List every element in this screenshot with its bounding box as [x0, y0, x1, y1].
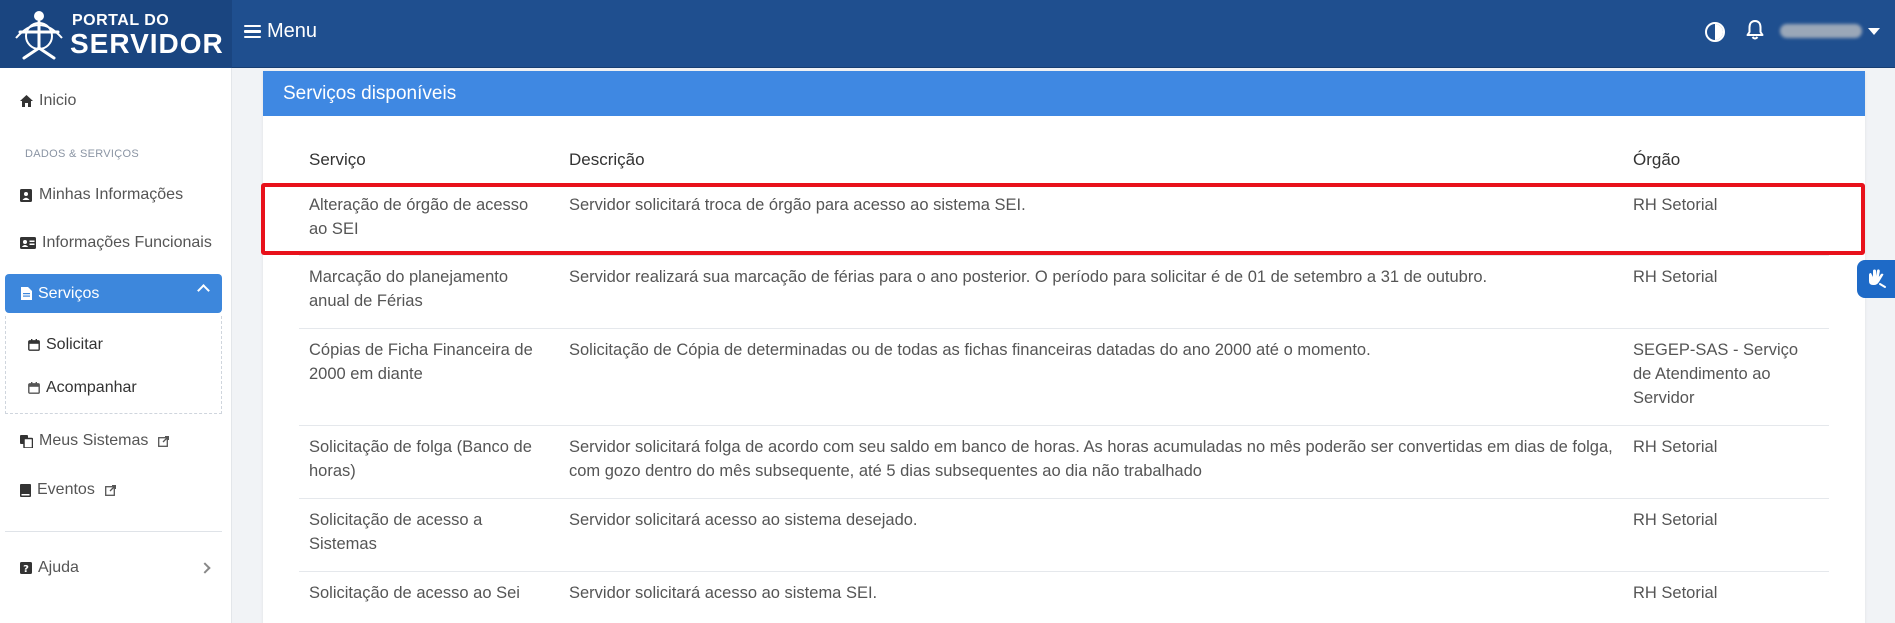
cell-descricao: Solicitação de Cópia de determinadas ou …: [569, 341, 1371, 359]
sidebar-item-minhas-informacoes[interactable]: Minhas Informações: [20, 186, 183, 204]
calendar-icon: [28, 339, 40, 351]
caret-down-icon: [1868, 27, 1880, 35]
logo-icon: [15, 11, 63, 60]
cell-orgao: RH Setorial: [1633, 511, 1718, 529]
cell-orgao: RH Setorial: [1633, 268, 1718, 286]
column-header-descricao: Descrição: [569, 150, 645, 169]
table-row[interactable]: Solicitação de folga (Banco de horas) Se…: [299, 426, 1829, 499]
chevron-up-icon: [197, 284, 210, 297]
external-link-icon: [104, 484, 116, 496]
sidebar-item-ajuda[interactable]: ? Ajuda: [20, 559, 79, 577]
sidebar: Inicio DADOS & SERVIÇOS Minhas Informaçõ…: [0, 68, 232, 623]
card-title: Serviços disponíveis: [263, 71, 1865, 116]
sidebar-item-informacoes-funcionais[interactable]: Informações Funcionais: [20, 234, 212, 252]
table-row[interactable]: Alteração de órgão de acesso ao SEI Serv…: [299, 183, 1829, 256]
servicos-submenu: Solicitar Acompanhar: [5, 316, 222, 414]
copy-icon: [20, 434, 33, 448]
cell-servico: Solicitação de acesso ao Sei: [309, 584, 520, 602]
logo-line-2: SERVIDOR: [70, 28, 224, 59]
sign-language-icon: [1869, 269, 1886, 288]
portal-logo[interactable]: PORTAL DO SERVIDOR: [0, 0, 232, 68]
book-icon: [20, 483, 31, 497]
table-row[interactable]: Solicitação de acesso a Sistemas Servido…: [299, 499, 1829, 572]
cell-descricao: Servidor solicitará folga de acordo com …: [569, 438, 1613, 480]
hamburger-icon: [244, 24, 261, 39]
home-icon: [20, 95, 33, 107]
cell-descricao: Servidor solicitará troca de órgão para …: [569, 196, 1026, 214]
cell-orgao: RH Setorial: [1633, 438, 1718, 456]
cell-servico: Solicitação de acesso a Sistemas: [309, 511, 483, 553]
calendar-icon: [28, 382, 40, 394]
sidebar-item-label: Informações Funcionais: [42, 234, 212, 251]
column-header-orgao: Órgão: [1633, 150, 1681, 169]
chevron-right-icon[interactable]: [199, 562, 211, 574]
cell-orgao: SEGEP-SAS - Serviço de Atendimento ao Se…: [1633, 341, 1799, 407]
column-header-servico: Serviço: [309, 150, 366, 169]
cell-servico: Cópias de Ficha Financeira de 2000 em di…: [309, 341, 533, 383]
table-row[interactable]: Cópias de Ficha Financeira de 2000 em di…: [299, 329, 1829, 426]
id-card-icon: [20, 188, 32, 202]
sidebar-item-label: Minhas Informações: [39, 186, 184, 203]
cell-descricao: Servidor realizará sua marcação de féria…: [569, 268, 1488, 286]
bell-icon[interactable]: [1746, 20, 1764, 40]
sidebar-divider: [5, 531, 222, 532]
svg-text:?: ?: [23, 564, 29, 574]
sidebar-item-eventos[interactable]: Eventos: [20, 481, 116, 499]
external-link-icon: [158, 435, 170, 447]
cell-servico: Marcação do planejamento anual de Férias: [309, 268, 509, 310]
cell-orgao: RH Setorial: [1633, 196, 1718, 214]
contrast-icon[interactable]: [1705, 22, 1725, 42]
submenu-item-label: Solicitar: [46, 336, 103, 353]
cell-servico: Solicitação de folga (Banco de horas): [309, 438, 532, 480]
table-row[interactable]: Marcação do planejamento anual de Férias…: [299, 256, 1829, 329]
table-row[interactable]: Solicitação de acesso ao Sei Servidor so…: [299, 572, 1829, 623]
submenu-item-label: Acompanhar: [46, 379, 137, 396]
sidebar-section-label: DADOS & SERVIÇOS: [25, 148, 140, 160]
sidebar-item-label: Serviços: [38, 284, 100, 302]
top-bar: PORTAL DO SERVIDOR Menu: [0, 0, 1895, 68]
sidebar-item-label: Inicio: [39, 92, 77, 109]
cell-servico: Alteração de órgão de acesso ao SEI: [309, 196, 529, 238]
cell-descricao: Servidor solicitará acesso ao sistema de…: [569, 511, 918, 529]
user-menu[interactable]: [1780, 24, 1880, 38]
sidebar-item-inicio[interactable]: Inicio: [20, 92, 76, 110]
file-icon: [21, 287, 32, 300]
submenu-item-acompanhar[interactable]: Acompanhar: [28, 379, 137, 397]
sidebar-item-servicos[interactable]: Serviços: [5, 274, 222, 313]
user-name-redacted: [1780, 24, 1862, 38]
menu-label: Menu: [267, 20, 318, 42]
sidebar-item-label: Meus Sistemas: [39, 432, 149, 449]
sidebar-item-label: Eventos: [37, 481, 95, 498]
services-card: Serviços disponíveis Serviço Descrição Ó…: [263, 71, 1865, 623]
submenu-item-solicitar[interactable]: Solicitar: [28, 336, 103, 354]
cell-orgao: RH Setorial: [1633, 584, 1718, 602]
address-card-icon: [20, 237, 36, 249]
cell-descricao: Servidor solicitará acesso ao sistema SE…: [569, 584, 878, 602]
question-icon: ?: [20, 562, 32, 574]
sidebar-item-label: Ajuda: [38, 559, 79, 576]
accessibility-widget[interactable]: [1857, 260, 1895, 298]
menu-toggle-button[interactable]: Menu: [244, 20, 317, 43]
sidebar-item-meus-sistemas[interactable]: Meus Sistemas: [20, 432, 170, 450]
